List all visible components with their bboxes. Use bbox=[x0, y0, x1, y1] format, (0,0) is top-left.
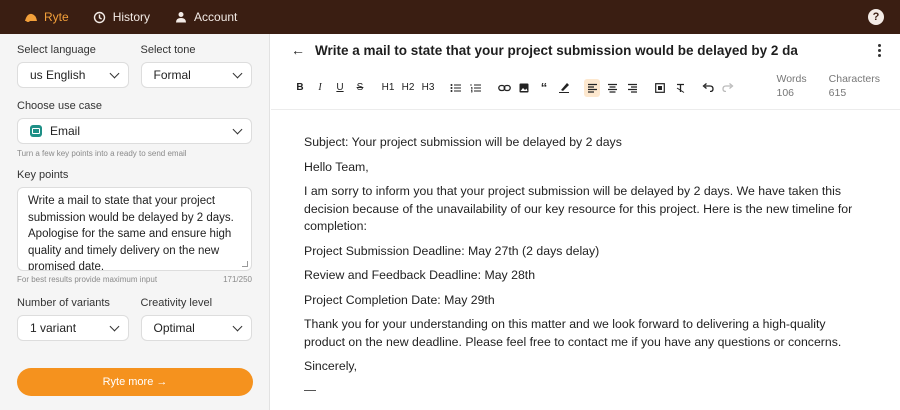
bullet-list-icon[interactable] bbox=[448, 79, 464, 97]
email-paragraph: I am sorry to inform you that your proje… bbox=[304, 184, 853, 233]
variants-select[interactable]: 1 variant bbox=[17, 315, 129, 341]
email-subject: Subject: Your project submission will be… bbox=[304, 135, 622, 149]
document-title: Write a mail to state that your project … bbox=[315, 42, 798, 58]
email-icon bbox=[30, 125, 42, 137]
nav-ryte-label: Ryte bbox=[44, 10, 69, 24]
email-timeline-item: Project Completion Date: May 29th bbox=[304, 292, 495, 307]
italic-button[interactable]: I bbox=[312, 79, 328, 97]
text-cursor-line bbox=[304, 389, 316, 391]
chevron-down-icon bbox=[232, 321, 243, 331]
clear-format-icon[interactable] bbox=[672, 79, 688, 97]
nav-ryte[interactable]: Ryte bbox=[12, 0, 81, 34]
resize-handle-icon[interactable] bbox=[242, 261, 248, 267]
language-value: us English bbox=[30, 68, 86, 82]
chevron-down-icon bbox=[232, 68, 243, 78]
chevron-down-icon bbox=[109, 68, 119, 78]
undo-icon[interactable] bbox=[700, 79, 716, 97]
bold-button[interactable]: B bbox=[292, 79, 308, 97]
redo-icon[interactable] bbox=[720, 79, 736, 97]
heading3-button[interactable]: H3 bbox=[420, 79, 436, 97]
keypoints-text: Write a mail to state that your project … bbox=[28, 195, 234, 271]
nav-history[interactable]: History bbox=[81, 0, 162, 34]
characters-count: 615 bbox=[828, 87, 847, 99]
tone-value: Formal bbox=[153, 68, 191, 82]
nav-account[interactable]: Account bbox=[162, 0, 249, 34]
heading1-button[interactable]: H1 bbox=[380, 79, 396, 97]
align-left-icon[interactable] bbox=[584, 78, 600, 97]
underline-button[interactable]: U bbox=[332, 79, 348, 97]
editor-panel: ← Write a mail to state that your projec… bbox=[271, 34, 900, 410]
words-count: 106 bbox=[776, 87, 795, 99]
creativity-value: Optimal bbox=[153, 321, 195, 335]
help-icon[interactable]: ? bbox=[868, 9, 884, 25]
input-panel: Select language us English Select tone F… bbox=[0, 34, 270, 410]
chevron-down-icon bbox=[109, 321, 119, 331]
highlight-pen-icon[interactable] bbox=[556, 79, 572, 97]
document-body[interactable]: Subject: Your project submission will be… bbox=[271, 110, 900, 391]
keypoints-hint: For best results provide maximum input bbox=[17, 275, 158, 284]
nav-account-label: Account bbox=[194, 10, 238, 24]
chevron-down-icon bbox=[232, 124, 243, 134]
language-select[interactable]: us English bbox=[17, 62, 129, 88]
usecase-value: Email bbox=[50, 124, 81, 138]
characters-label: Characters bbox=[828, 73, 880, 85]
heading2-button[interactable]: H2 bbox=[400, 79, 416, 97]
user-icon bbox=[174, 10, 188, 24]
variants-value: 1 variant bbox=[30, 321, 77, 335]
align-right-icon[interactable] bbox=[624, 79, 640, 97]
numbered-list-icon[interactable] bbox=[468, 79, 484, 97]
usecase-select[interactable]: Email bbox=[17, 118, 252, 144]
language-label: Select language bbox=[17, 44, 96, 56]
email-timeline-item: Review and Feedback Deadline: May 28th bbox=[304, 268, 536, 282]
tone-select[interactable]: Formal bbox=[140, 62, 252, 88]
link-icon[interactable] bbox=[496, 79, 512, 97]
keypoints-label: Key points bbox=[17, 169, 69, 181]
tone-label: Select tone bbox=[140, 44, 196, 56]
email-greeting: Hello Team, bbox=[304, 159, 369, 174]
ryte-logo-icon bbox=[24, 10, 38, 24]
quote-icon[interactable]: “ bbox=[536, 79, 552, 97]
table-icon[interactable] bbox=[652, 79, 668, 97]
creativity-label: Creativity level bbox=[140, 297, 213, 309]
strikethrough-button[interactable]: S bbox=[352, 79, 368, 97]
email-timeline-item: Project Submission Deadline: May 27th (2… bbox=[304, 243, 600, 258]
ryte-more-button[interactable]: Ryte more → bbox=[17, 368, 253, 396]
usecase-hint: Turn a few key points into a ready to se… bbox=[17, 149, 187, 158]
email-paragraph: Thank you for your understanding on this… bbox=[304, 317, 842, 349]
keypoints-textarea[interactable]: Write a mail to state that your project … bbox=[17, 187, 252, 271]
more-options-icon[interactable] bbox=[878, 43, 882, 57]
nav-history-label: History bbox=[112, 10, 151, 24]
back-arrow-icon[interactable]: ← bbox=[291, 42, 305, 58]
align-center-icon[interactable] bbox=[604, 79, 620, 97]
variants-label: Number of variants bbox=[17, 297, 110, 309]
history-icon bbox=[93, 10, 107, 24]
formatting-toolbar: B I U S H1 H2 H3 “ Words 106 Characters … bbox=[271, 66, 900, 110]
words-label: Words bbox=[776, 73, 807, 85]
keypoints-count: 171/250 bbox=[223, 275, 252, 284]
top-nav: Ryte History Account ? bbox=[0, 0, 900, 34]
email-signoff: Sincerely, bbox=[304, 359, 358, 373]
usecase-label: Choose use case bbox=[17, 100, 102, 112]
creativity-select[interactable]: Optimal bbox=[140, 315, 252, 341]
image-icon[interactable] bbox=[516, 79, 532, 97]
document-stats: Words 106 Characters 615 bbox=[776, 72, 880, 100]
